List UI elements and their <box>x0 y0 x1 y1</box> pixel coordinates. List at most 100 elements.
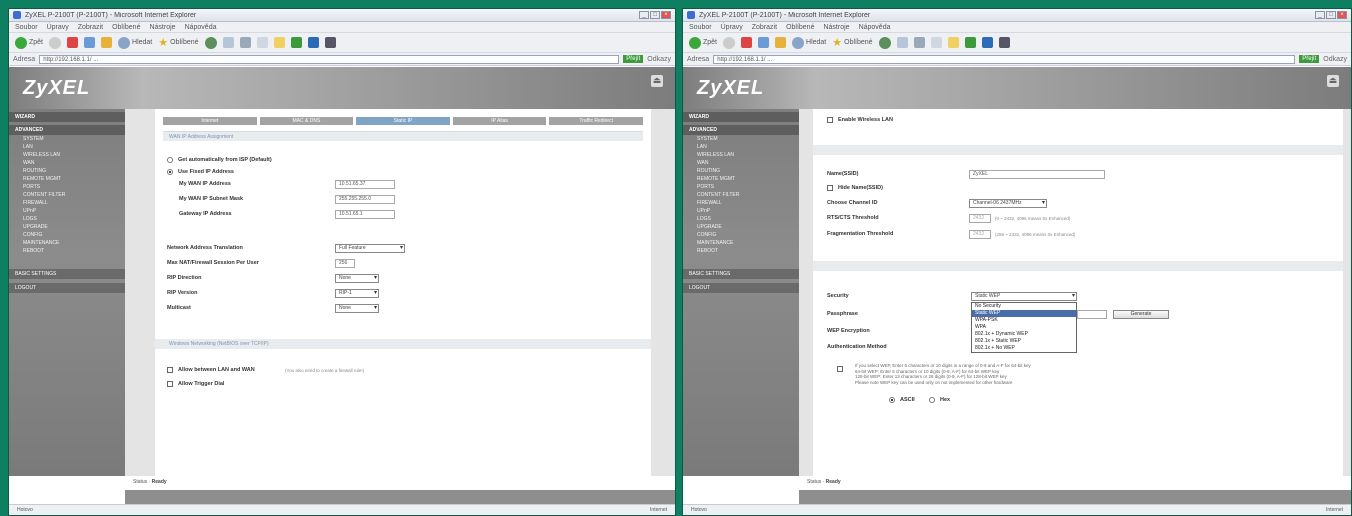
sidebar-item[interactable]: SYSTEM <box>9 135 125 143</box>
sidebar-item[interactable]: UPGRADE <box>683 223 799 231</box>
menu-favorites[interactable]: Oblíbené <box>786 24 814 31</box>
sidebar-item[interactable]: CONFIG <box>683 231 799 239</box>
tools-icon[interactable] <box>324 37 336 48</box>
folder-icon[interactable] <box>273 37 285 48</box>
generate-button[interactable]: Generate <box>1113 310 1169 319</box>
sidebar-item[interactable]: WAN <box>683 159 799 167</box>
sidebar-item[interactable]: LAN <box>683 143 799 151</box>
sidebar-logout[interactable]: LOGOUT <box>683 283 799 293</box>
sidebar-item[interactable]: SYSTEM <box>683 135 799 143</box>
sidebar-item[interactable]: REMOTE MGMT <box>683 175 799 183</box>
close-icon[interactable]: × <box>661 11 671 19</box>
sidebar-item[interactable]: REMOTE MGMT <box>9 175 125 183</box>
sidebar-item[interactable]: WIRELESS LAN <box>9 151 125 159</box>
menu-file[interactable]: Soubor <box>689 24 712 31</box>
key-radio[interactable] <box>837 366 848 372</box>
allow-trigger-dial-checkbox[interactable]: Allow Trigger Dial <box>167 381 224 387</box>
print-icon[interactable] <box>239 37 251 48</box>
menu-edit[interactable]: Úpravy <box>721 24 743 31</box>
sidebar-item[interactable]: REBOOT <box>683 247 799 255</box>
folder-icon[interactable] <box>947 37 959 48</box>
menu-favorites[interactable]: Oblíbené <box>112 24 140 31</box>
refresh-icon[interactable] <box>758 37 770 48</box>
allow-lan-wan-checkbox[interactable]: Allow between LAN and WAN <box>167 367 255 373</box>
nat-select[interactable]: Full Feature <box>335 244 405 253</box>
maximize-icon[interactable]: □ <box>650 11 660 19</box>
sidebar-item[interactable]: CONFIG <box>9 231 125 239</box>
minimize-icon[interactable]: _ <box>639 11 649 19</box>
print-icon[interactable] <box>913 37 925 48</box>
frag-input[interactable]: 2432 <box>969 230 991 239</box>
stop-icon[interactable] <box>741 37 753 48</box>
edit-icon[interactable] <box>256 37 268 48</box>
refresh-icon[interactable] <box>84 37 96 48</box>
menu-tools[interactable]: Nástroje <box>823 24 849 31</box>
messenger-icon[interactable] <box>964 37 976 48</box>
messenger-icon[interactable] <box>290 37 302 48</box>
passphrase-input[interactable] <box>1077 310 1107 319</box>
security-option[interactable]: 802.1x + Static WEP <box>972 338 1076 345</box>
back-button[interactable]: Zpět <box>15 36 43 49</box>
close-icon[interactable]: × <box>1337 11 1347 19</box>
radio-auto-ip[interactable]: Get automatically from ISP (Default) <box>167 157 272 163</box>
security-option[interactable]: 802.1x + Dynamic WEP <box>972 331 1076 338</box>
sidebar-item[interactable]: FIREWALL <box>683 199 799 207</box>
sidebar-item[interactable]: CONTENT FILTER <box>683 191 799 199</box>
maximize-icon[interactable]: □ <box>1326 11 1336 19</box>
rts-input[interactable]: 2432 <box>969 214 991 223</box>
sidebar-basic-settings[interactable]: BASIC SETTINGS <box>9 269 125 279</box>
ssid-input[interactable]: ZyXEL <box>969 170 1105 179</box>
hex-radio[interactable]: Hex <box>929 397 950 403</box>
sidebar-item[interactable]: MAINTENANCE <box>683 239 799 247</box>
mail-icon[interactable] <box>896 37 908 48</box>
search-button[interactable]: Hledat <box>118 36 152 49</box>
sidebar-basic-settings[interactable]: BASIC SETTINGS <box>683 269 799 279</box>
sidebar-advanced[interactable]: ADVANCED <box>683 125 799 135</box>
go-button[interactable]: Přejít <box>623 55 644 63</box>
minimize-icon[interactable]: _ <box>1315 11 1325 19</box>
sidebar-item[interactable]: LAN <box>9 143 125 151</box>
sidebar-item[interactable]: WIRELESS LAN <box>683 151 799 159</box>
sidebar-item[interactable]: REBOOT <box>9 247 125 255</box>
menu-help[interactable]: Nápověda <box>185 24 217 31</box>
sidebar-logout[interactable]: LOGOUT <box>9 283 125 293</box>
favorites-button[interactable]: ★ Oblíbené <box>832 36 872 49</box>
stop-icon[interactable] <box>67 37 79 48</box>
tab-static-ip[interactable]: Static IP <box>356 117 450 125</box>
wan-ip-input[interactable]: 10.51.65.37 <box>335 180 395 189</box>
logout-icon[interactable]: ⏏ <box>651 75 663 87</box>
session-input[interactable]: 256 <box>335 259 355 268</box>
security-option[interactable]: WPA <box>972 324 1076 331</box>
forward-arrow-icon[interactable] <box>723 36 736 49</box>
security-select[interactable]: Static WEP <box>971 292 1077 301</box>
sidebar-item[interactable]: UPnP <box>9 207 125 215</box>
subnet-mask-input[interactable]: 255.255.255.0 <box>335 195 395 204</box>
multicast-select[interactable]: None <box>335 304 379 313</box>
channel-select[interactable]: Channel-06 2437MHz <box>969 199 1047 208</box>
back-button[interactable]: Zpět <box>689 36 717 49</box>
security-option[interactable]: 802.1x + No WEP <box>972 345 1076 352</box>
search-button[interactable]: Hledat <box>792 36 826 49</box>
mail-icon[interactable] <box>222 37 234 48</box>
tab-mac-dns[interactable]: MAC & DNS <box>259 117 354 125</box>
home-icon[interactable] <box>775 37 787 48</box>
gateway-input[interactable]: 10.51.65.1 <box>335 210 395 219</box>
edit-icon[interactable] <box>930 37 942 48</box>
sidebar-item[interactable]: ROUTING <box>9 167 125 175</box>
tools-icon[interactable] <box>998 37 1010 48</box>
research-icon[interactable] <box>981 37 993 48</box>
rip-direction-select[interactable]: None <box>335 274 379 283</box>
sidebar-item[interactable]: WAN <box>9 159 125 167</box>
sidebar-item[interactable]: MAINTENANCE <box>9 239 125 247</box>
hide-ssid-checkbox[interactable]: Hide Name(SSID) <box>827 185 883 191</box>
menu-file[interactable]: Soubor <box>15 24 38 31</box>
sidebar-item[interactable]: UPnP <box>683 207 799 215</box>
research-icon[interactable] <box>307 37 319 48</box>
radio-fixed-ip[interactable]: Use Fixed IP Address <box>167 169 234 175</box>
go-button[interactable]: Přejít <box>1299 55 1320 63</box>
address-input[interactable]: http://192.168.1.1/ ... <box>39 54 620 64</box>
sidebar-item[interactable]: PORTS <box>9 183 125 191</box>
forward-arrow-icon[interactable] <box>49 36 62 49</box>
menu-view[interactable]: Zobrazit <box>78 24 103 31</box>
menu-view[interactable]: Zobrazit <box>752 24 777 31</box>
